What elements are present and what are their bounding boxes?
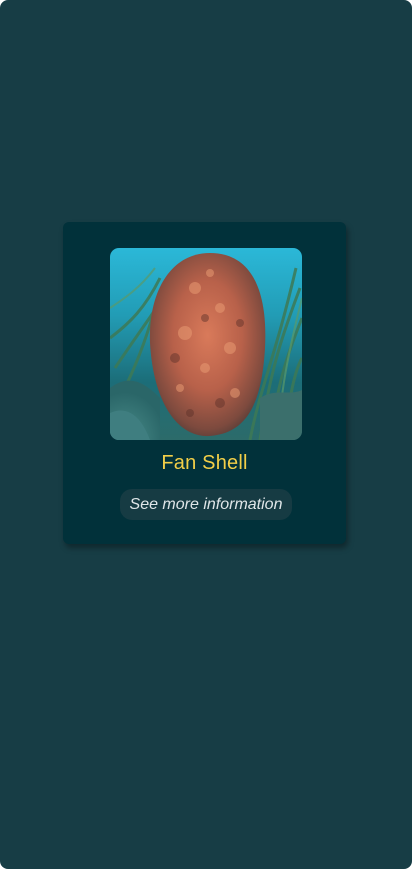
species-title: Fan Shell <box>161 452 248 474</box>
species-card: Fan Shell See more information <box>63 222 346 544</box>
see-more-button[interactable]: See more information <box>120 489 292 520</box>
app-screen: Fan Shell See more information <box>0 0 412 869</box>
species-photo <box>110 248 302 440</box>
